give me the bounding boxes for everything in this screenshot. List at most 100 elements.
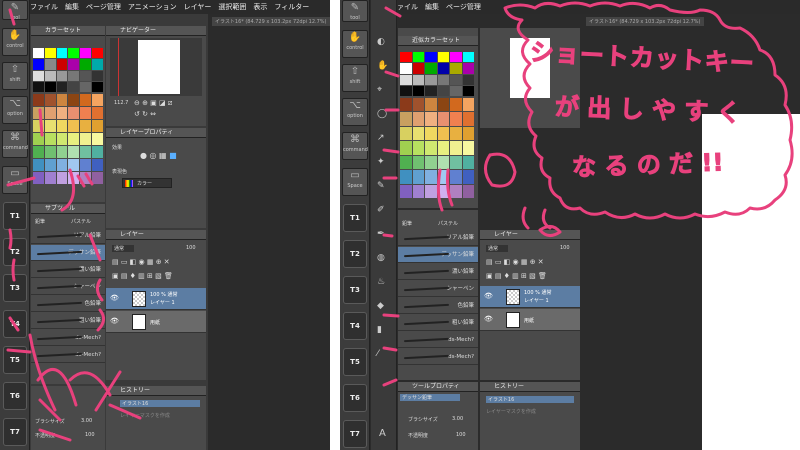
menu-view[interactable]: 表示 — [253, 2, 267, 12]
brush-item[interactable]: シャーペン — [31, 279, 105, 295]
brush-item[interactable]: 濃い鉛筆 — [31, 262, 105, 278]
t7-button[interactable]: T7 — [343, 420, 367, 448]
tool-opacity-value[interactable]: 100 — [456, 432, 466, 438]
tool-button[interactable]: ✎ tool — [2, 0, 28, 21]
canvas-tab-title[interactable]: イラスト16* (84.729 x 103.2px 72dpi 12.7%) — [212, 17, 330, 26]
left-canvas-area[interactable]: イラスト16* (84.729 x 103.2px 72dpi 12.7%) — [208, 14, 330, 450]
opacity-value[interactable]: 100 — [560, 245, 570, 251]
zoom-controls[interactable]: ⊖ ⊕ ▣ ◪ ⧄ — [134, 99, 172, 108]
history-item[interactable]: レイヤーマスクを作成 — [120, 412, 170, 419]
tool-button[interactable]: ✎ tool — [342, 0, 368, 22]
menu-selection[interactable]: 選択範囲 — [218, 2, 246, 12]
left-tool-property-panel: ブラシサイズ 3.00 不透明度 100 — [31, 386, 105, 450]
color-swatch-grid[interactable] — [33, 48, 103, 92]
space-button[interactable]: ▭ Space — [2, 166, 28, 194]
brush-item[interactable]: リアル鉛筆 — [31, 228, 105, 244]
t2-button[interactable]: T2 — [3, 238, 27, 266]
history-item[interactable]: イラスト16 — [120, 400, 200, 407]
opacity-value[interactable]: 100 — [186, 245, 196, 251]
t5-button[interactable]: T5 — [3, 346, 27, 374]
brush-item[interactable]: デッサン鉛筆 — [31, 245, 105, 261]
canvas-tab-title[interactable]: イラスト16* (84.729 x 103.2px 72dpi 12.7%) — [586, 17, 704, 26]
layer-row[interactable]: 👁 100 % 通常 レイヤー 1 — [480, 286, 580, 308]
effect-icons[interactable]: ● ◎ ▦ ■ — [140, 151, 177, 160]
space-icon: ▭ — [10, 168, 20, 179]
tool-icons[interactable]: ◐ ✋ ⌖ ◯ ↗ ✦ ✎ ✐ ✒ ◍ ♨ ◆ ▮ ⁄ — [377, 30, 388, 366]
t7-button[interactable]: T7 — [3, 418, 27, 446]
visibility-icon[interactable]: 👁 — [484, 315, 493, 323]
layer-toolbar[interactable]: ▤ ▭ ◧ ◉ ▦ ⊕ ✕ — [112, 258, 170, 266]
layer-toolbar-2[interactable]: ▣ ▤ ♦ ▥ ⊞ ▧ 🗑 — [112, 272, 173, 280]
shift-button[interactable]: ⇧ shift — [2, 62, 28, 90]
expression-color-select[interactable]: カラー — [122, 178, 172, 188]
layer-row[interactable]: 👁 用紙 — [480, 309, 580, 331]
navigator-preview[interactable] — [110, 38, 202, 96]
option-button[interactable]: ⌥ option — [2, 96, 28, 124]
pastel-tab[interactable]: パステル — [71, 218, 91, 225]
t5-button[interactable]: T5 — [343, 348, 367, 376]
t6-button[interactable]: T6 — [3, 382, 27, 410]
tool-opacity-value[interactable]: 100 — [85, 432, 95, 438]
brush-item[interactable]: 色鉛筆 — [398, 298, 478, 314]
history-item[interactable]: イラスト16 — [486, 396, 574, 403]
brush-size-value[interactable]: 3.00 — [81, 418, 92, 424]
control-button[interactable]: ✋ control — [2, 28, 28, 56]
shift-button[interactable]: ⇧ shift — [342, 64, 368, 92]
t1-button[interactable]: T1 — [343, 204, 367, 232]
brush-item[interactable]: 色鉛筆 — [31, 296, 105, 312]
color-gradient-grid[interactable] — [400, 98, 474, 198]
brush-item[interactable]: ds-Mech? — [31, 330, 105, 346]
brush-item[interactable]: ds-Mech? — [398, 332, 478, 348]
history-item[interactable]: レイヤーマスクを作成 — [486, 408, 536, 415]
text-tool-icon[interactable]: A — [379, 428, 386, 439]
t4-button[interactable]: T4 — [343, 312, 367, 340]
brush-item[interactable]: 濃い鉛筆 — [398, 264, 478, 280]
control-button[interactable]: ✋ control — [342, 30, 368, 58]
t3-button[interactable]: T3 — [3, 274, 27, 302]
visibility-icon[interactable]: 👁 — [110, 294, 119, 302]
right-canvas-area[interactable]: イラスト16* (84.729 x 103.2px 72dpi 12.7%) — [582, 14, 800, 450]
brush-item[interactable]: ds-Mech? — [31, 347, 105, 363]
brush-item[interactable]: デッサン鉛筆 — [398, 247, 478, 263]
pastel-tab[interactable]: パステル — [438, 220, 458, 227]
brush-item[interactable]: 粗い鉛筆 — [398, 315, 478, 331]
layer-row[interactable]: 👁 100 % 通常 レイヤー 1 — [106, 288, 206, 310]
visibility-icon[interactable]: 👁 — [110, 317, 119, 325]
color-swatch-grid[interactable] — [400, 52, 474, 96]
layer-thumbnail — [132, 314, 146, 330]
menu-layer[interactable]: レイヤー — [184, 2, 212, 12]
command-button[interactable]: ⌘ command — [342, 132, 368, 160]
rotate-controls[interactable]: ↺ ↻ ⇔ — [134, 110, 156, 118]
brush-item[interactable]: ds-Mech? — [398, 349, 478, 365]
pencil-tab[interactable]: 鉛筆 — [402, 220, 412, 227]
space-button[interactable]: ▭ Space — [342, 168, 368, 196]
menu-file[interactable]: ファイル — [30, 2, 58, 12]
menu-page[interactable]: ページ管理 — [86, 2, 121, 12]
zoom-value[interactable]: 112.7 — [114, 100, 128, 106]
t3-button[interactable]: T3 — [343, 276, 367, 304]
visibility-icon[interactable]: 👁 — [484, 292, 493, 300]
option-button[interactable]: ⌥ option — [342, 98, 368, 126]
layer-toolbar[interactable]: ▤ ▭ ◧ ◉ ▦ ⊕ ✕ — [486, 258, 544, 266]
menu-animation[interactable]: アニメーション — [128, 2, 177, 12]
brush-item[interactable]: シャーペン — [398, 281, 478, 297]
menu-page[interactable]: ページ管理 — [446, 2, 481, 12]
menu-edit[interactable]: 編集 — [65, 2, 79, 12]
menu-edit[interactable]: 編集 — [425, 2, 439, 12]
brush-size-value[interactable]: 3.00 — [452, 416, 463, 422]
left-shortcut-sidebar: ✎ tool ✋ control ⇧ shift ⌥ option ⌘ command ▭… — [0, 0, 30, 450]
brush-item[interactable]: リアル鉛筆 — [398, 230, 478, 246]
t6-button[interactable]: T6 — [343, 384, 367, 412]
menu-filter[interactable]: フィルター — [274, 2, 309, 12]
blend-mode-select[interactable]: 通常 — [486, 245, 509, 252]
t4-button[interactable]: T4 — [3, 310, 27, 338]
blend-mode-select[interactable]: 通常 — [112, 245, 135, 252]
t1-button[interactable]: T1 — [3, 202, 27, 230]
pencil-tab[interactable]: 鉛筆 — [35, 218, 45, 225]
command-button[interactable]: ⌘ command — [2, 130, 28, 158]
color-gradient-grid[interactable] — [33, 94, 103, 184]
layer-toolbar-2[interactable]: ▣ ▤ ♦ ▥ ⊞ ▧ 🗑 — [486, 272, 547, 280]
brush-item[interactable]: 粗い鉛筆 — [31, 313, 105, 329]
layer-row[interactable]: 👁 用紙 — [106, 311, 206, 333]
t2-button[interactable]: T2 — [343, 240, 367, 268]
